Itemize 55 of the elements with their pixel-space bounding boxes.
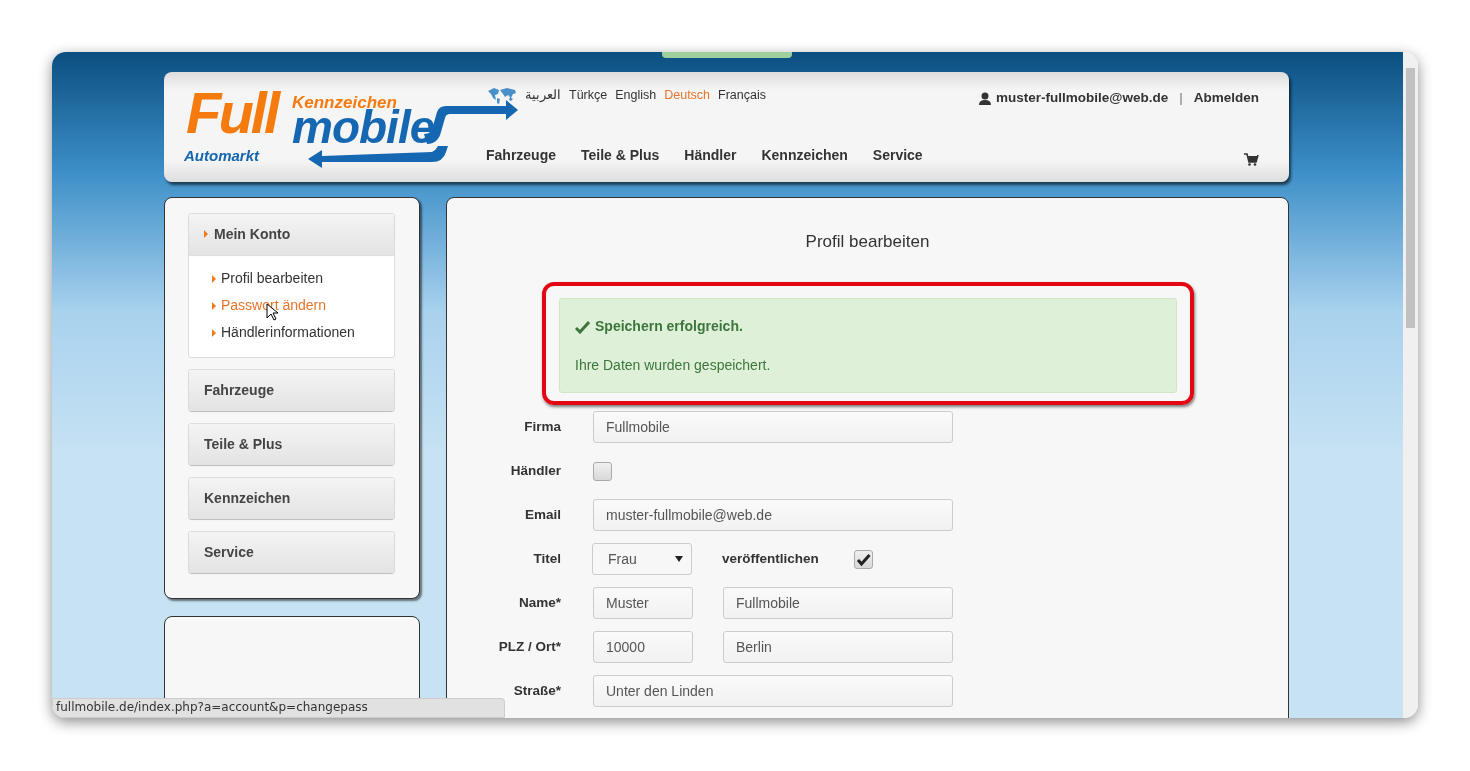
dropdown-arrow-icon: [675, 556, 683, 563]
alert-message: Ihre Daten wurden gespeichert.: [575, 356, 772, 376]
sidebar-section-button[interactable]: Teile & Plus: [189, 424, 394, 465]
field-label: veröffentlichen: [722, 550, 820, 569]
page-title: Profil bearbeiten: [804, 232, 931, 253]
sidebar-section-button[interactable]: Service: [189, 532, 394, 573]
input-field[interactable]: Berlin: [723, 631, 953, 664]
scrollbar[interactable]: [1403, 52, 1418, 718]
checkbox[interactable]: [854, 549, 873, 569]
language-link[interactable]: English: [615, 86, 657, 105]
sidebar-link[interactable]: Händlerinformationen: [212, 322, 355, 343]
input-field[interactable]: Unter den Linden: [593, 675, 953, 708]
scrollbar-thumb[interactable]: [1406, 68, 1415, 328]
nav-link[interactable]: Teile & Plus: [581, 145, 660, 166]
checkmark-icon: [856, 552, 871, 566]
input-field[interactable]: Fullmobile: [593, 411, 953, 444]
caret-icon: [212, 274, 216, 283]
input-field[interactable]: Fullmobile: [723, 587, 953, 620]
sidebar-section-button[interactable]: Fahrzeuge: [189, 370, 394, 411]
cart-icon: [1244, 153, 1259, 166]
globe-map-icon: [486, 86, 517, 105]
separator: |: [1179, 89, 1183, 107]
field-label: Titel: [532, 550, 562, 569]
user-icon: [979, 91, 992, 105]
logo-text: Full: [186, 84, 278, 142]
nav-link[interactable]: Fahrzeuge: [486, 145, 556, 166]
user-email-link[interactable]: muster-fullmobile@web.de: [996, 88, 1169, 109]
language-link[interactable]: Français: [718, 86, 766, 105]
sidebar-section-button[interactable]: Kennzeichen: [189, 478, 394, 519]
input-field[interactable]: 10000: [593, 631, 693, 664]
field-label: Straße*: [512, 682, 562, 701]
checkbox[interactable]: [593, 461, 612, 481]
sidebar-section-button[interactable]: Mein Konto: [189, 214, 394, 255]
nav-link[interactable]: Händler: [684, 145, 737, 166]
status-bar-url: fullmobile.de/index.php?a=account&p=changepass: [52, 698, 505, 718]
caret-icon: [204, 230, 208, 238]
logo-tagline: Automarkt: [184, 148, 259, 163]
checkmark-icon: [575, 319, 590, 334]
caret-icon: [212, 328, 216, 337]
caret-icon: [212, 301, 216, 310]
language-link[interactable]: Türkçe: [569, 86, 608, 105]
input-field[interactable]: muster-fullmobile@web.de: [593, 499, 953, 532]
nav-link[interactable]: Service: [872, 145, 923, 166]
input-field[interactable]: Muster: [593, 587, 693, 620]
field-label: Email: [523, 506, 562, 525]
field-label: Händler: [509, 462, 562, 481]
nav-link[interactable]: Kennzeichen: [761, 145, 848, 166]
language-link[interactable]: العربية: [525, 86, 561, 105]
alert-title: Speichern erfolgreich.: [595, 317, 743, 337]
field-label: PLZ / Ort*: [497, 638, 562, 657]
sidebar-link[interactable]: Profil bearbeiten: [212, 268, 323, 289]
logout-link[interactable]: Abmelden: [1193, 88, 1259, 109]
field-label: Name*: [517, 594, 562, 613]
field-label: Firma: [523, 418, 562, 437]
title-select[interactable]: Frau: [592, 543, 692, 576]
